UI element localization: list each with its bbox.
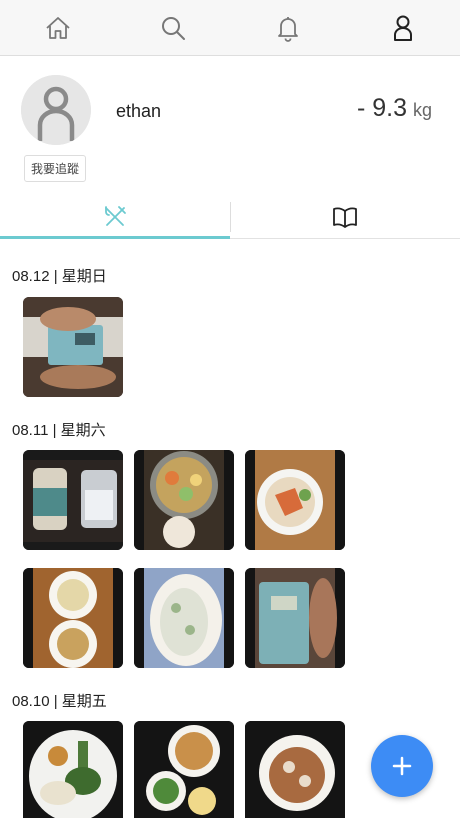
- meal-photo[interactable]: [134, 450, 234, 550]
- meal-photo[interactable]: [134, 721, 234, 818]
- meal-photo[interactable]: [23, 721, 123, 818]
- username: ethan: [116, 101, 162, 121]
- tab-meals[interactable]: [0, 196, 230, 239]
- meal-photo[interactable]: [245, 568, 345, 668]
- weight-change-value: - 9.3: [356, 94, 407, 122]
- bell-icon: [277, 16, 298, 42]
- nav-notifications[interactable]: [230, 0, 345, 55]
- utensils-icon: [104, 206, 126, 226]
- tofu-plate-photo: [134, 568, 234, 668]
- meal-photo[interactable]: [134, 568, 234, 668]
- tab-diary[interactable]: [231, 196, 460, 238]
- profile-icon: [393, 15, 412, 41]
- top-nav: [0, 0, 460, 56]
- weight-unit: kg: [412, 100, 432, 120]
- meal-photo[interactable]: [245, 721, 345, 818]
- plus-icon: [392, 756, 412, 776]
- add-meal-button[interactable]: [371, 735, 433, 797]
- day-header: 08.12 | 星期日: [12, 268, 107, 285]
- soup-meal-photo: [134, 721, 234, 818]
- content-tabs: [0, 196, 460, 239]
- follow-button[interactable]: 我要追蹤: [24, 155, 86, 182]
- vegetable-plate-photo: [23, 721, 123, 818]
- weight-change: - 9.3 kg: [357, 94, 432, 123]
- day-header: 08.10 | 星期五: [12, 693, 107, 710]
- meal-photo[interactable]: [23, 568, 123, 668]
- nav-profile[interactable]: [345, 0, 460, 55]
- search-icon: [161, 16, 185, 40]
- scale-reading-photo: [245, 568, 345, 668]
- avatar[interactable]: [21, 75, 91, 145]
- nav-home[interactable]: [0, 0, 115, 55]
- home-icon: [45, 16, 70, 39]
- scale-feet-photo: [23, 297, 123, 397]
- hotpot-photo: [134, 450, 234, 550]
- day-header: 08.11 | 星期六: [12, 422, 106, 439]
- rice-bowl-photo: [245, 721, 345, 818]
- meal-photo[interactable]: [23, 450, 123, 550]
- dumplings-photo: [23, 568, 123, 668]
- meal-photo[interactable]: [245, 450, 345, 550]
- profile-section: ethan - 9.3 kg 我要追蹤: [0, 56, 460, 196]
- beer-ice-photo: [23, 450, 123, 550]
- book-icon: [333, 207, 358, 228]
- nav-search[interactable]: [115, 0, 230, 55]
- meal-photo[interactable]: [23, 297, 123, 397]
- default-avatar-icon: [21, 75, 91, 145]
- salad-bowl-photo: [245, 450, 345, 550]
